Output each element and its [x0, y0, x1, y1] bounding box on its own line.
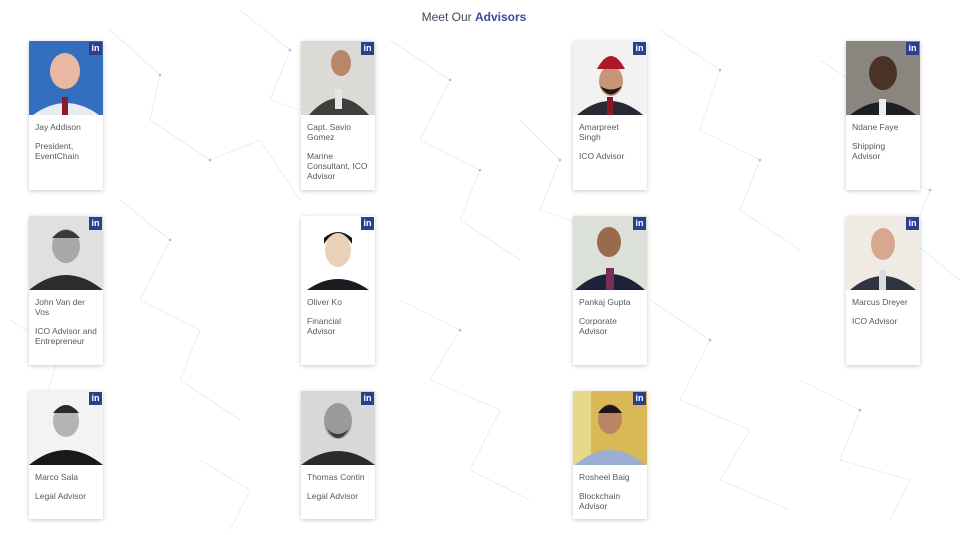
advisor-role: Financial Advisor [307, 316, 342, 336]
advisor-photo: in [301, 216, 375, 290]
advisor-role: ICO Advisor [579, 151, 625, 161]
advisor-photo: in [846, 216, 920, 290]
advisor-card: in Thomas Contin Legal Advisor [301, 391, 375, 519]
advisor-photo: in [29, 41, 103, 115]
advisor-role: ICO Advisor [852, 316, 898, 326]
advisor-photo: in [29, 391, 103, 465]
advisor-card: in Oliver Ko Financial Advisor [301, 216, 375, 365]
advisor-role: ICO Advisor and Entrepreneur [35, 326, 97, 346]
advisor-name: Capt. Savio Gomez [307, 122, 351, 142]
linkedin-icon[interactable]: in [89, 217, 102, 230]
advisor-card: in Marcus Dreyer ICO Advisor [846, 216, 920, 365]
advisor-photo: in [573, 391, 647, 465]
advisor-photo: in [301, 391, 375, 465]
linkedin-icon[interactable]: in [633, 42, 646, 55]
advisor-photo: in [846, 41, 920, 115]
advisor-name: Rosheel Baig [579, 472, 630, 482]
linkedin-icon[interactable]: in [361, 392, 374, 405]
linkedin-icon[interactable]: in [633, 392, 646, 405]
advisor-card: in Rosheel Baig Blockchain Advisor [573, 391, 647, 519]
advisor-role: Corporate Advisor [579, 316, 617, 336]
advisor-name: Marcus Dreyer [852, 297, 908, 307]
advisor-card: in Capt. Savio Gomez Marine Consultant, … [301, 41, 375, 190]
advisor-photo: in [573, 216, 647, 290]
advisor-name: Thomas Contin [307, 472, 365, 482]
advisor-name: Marco Sala [35, 472, 78, 482]
linkedin-icon[interactable]: in [633, 217, 646, 230]
advisor-name: Pankaj Gupta [579, 297, 631, 307]
advisor-name: Jay Addison [35, 122, 81, 132]
advisor-photo: in [29, 216, 103, 290]
section-title: Meet Our Advisors [0, 10, 948, 24]
advisor-card: in Ndane Faye Shipping Advisor [846, 41, 920, 190]
linkedin-icon[interactable]: in [89, 392, 102, 405]
linkedin-icon[interactable]: in [906, 217, 919, 230]
linkedin-icon[interactable]: in [906, 42, 919, 55]
advisor-card: in Pankaj Gupta Corporate Advisor [573, 216, 647, 365]
linkedin-icon[interactable]: in [89, 42, 102, 55]
advisor-photo: in [573, 41, 647, 115]
advisor-card: in Marco Sala Legal Advisor [29, 391, 103, 519]
advisor-name: Amarpreet Singh [579, 122, 619, 142]
advisor-card: in Amarpreet Singh ICO Advisor [573, 41, 647, 190]
advisor-card: in Jay Addison President, EventChain [29, 41, 103, 190]
network-background [9, 9, 961, 531]
linkedin-icon[interactable]: in [361, 42, 374, 55]
advisor-name: Ndane Faye [852, 122, 899, 132]
advisor-role: Legal Advisor [307, 491, 359, 501]
advisor-card: in John Van der Vos ICO Advisor and Entr… [29, 216, 103, 365]
advisor-role: Legal Advisor [35, 491, 87, 501]
advisor-name: John Van der Vos [35, 297, 85, 317]
advisor-photo: in [301, 41, 375, 115]
linkedin-icon[interactable]: in [361, 217, 374, 230]
title-prefix: Meet Our [421, 10, 472, 24]
advisor-role: Marine Consultant, ICO Advisor [307, 151, 368, 181]
advisor-role: President, EventChain [35, 141, 79, 161]
advisor-role: Blockchain Advisor [579, 491, 621, 511]
advisor-role: Shipping Advisor [852, 141, 886, 161]
title-accent: Advisors [475, 10, 527, 24]
advisor-name: Oliver Ko [307, 297, 342, 307]
